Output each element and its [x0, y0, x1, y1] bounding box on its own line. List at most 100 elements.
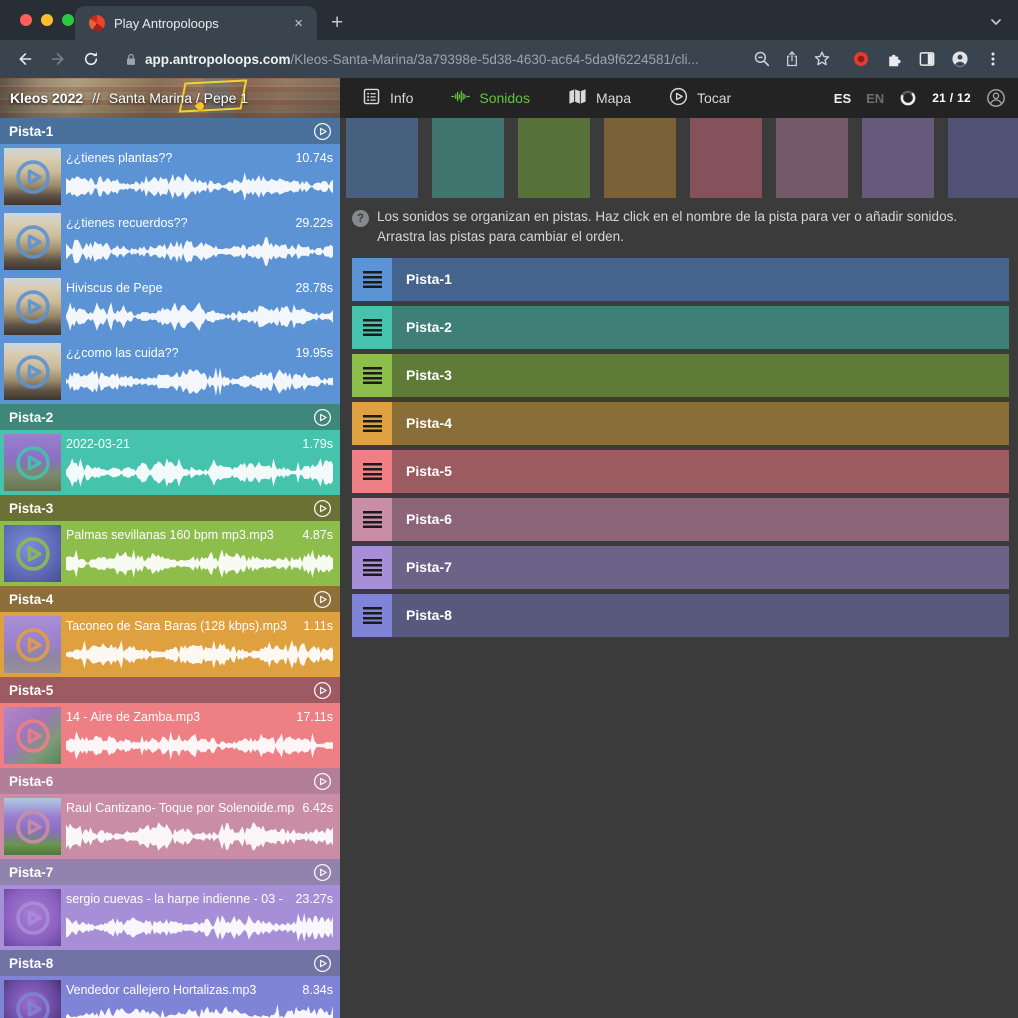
clip-thumbnail[interactable] [4, 707, 61, 764]
track-play-icon[interactable] [313, 408, 332, 427]
clip-play-icon[interactable] [15, 159, 51, 195]
track-row-bar[interactable]: Pista-1 [392, 258, 1009, 301]
track-play-icon[interactable] [313, 499, 332, 518]
clip-thumbnail[interactable] [4, 525, 61, 582]
window-minimize-button[interactable] [41, 14, 53, 26]
audio-clip[interactable]: 2022-03-211.79s [0, 430, 340, 495]
track-header-pista-8[interactable]: Pista-8 [0, 950, 340, 976]
zoom-level-icon[interactable] [749, 46, 775, 72]
track-play-icon[interactable] [313, 863, 332, 882]
profile-avatar[interactable] [947, 46, 973, 72]
track-row-bar[interactable]: Pista-2 [392, 306, 1009, 349]
audio-clip[interactable]: ¿¿como las cuida??19.95s [0, 339, 340, 404]
tab-tocar[interactable]: Tocar [669, 87, 731, 109]
clip-play-icon[interactable] [15, 354, 51, 390]
track-play-icon[interactable] [313, 681, 332, 700]
window-zoom-button[interactable] [62, 14, 74, 26]
clip-play-icon[interactable] [15, 627, 51, 663]
tab-mapa[interactable]: Mapa [568, 87, 631, 109]
drag-handle[interactable] [352, 498, 392, 541]
clip-play-icon[interactable] [15, 224, 51, 260]
audio-clip[interactable]: Taconeo de Sara Baras (128 kbps).mp31.11… [0, 612, 340, 677]
track-header-pista-7[interactable]: Pista-7 [0, 859, 340, 885]
back-button[interactable] [12, 46, 38, 72]
browser-menu-icon[interactable] [980, 46, 1006, 72]
clip-thumbnail[interactable] [4, 343, 61, 400]
reload-button[interactable] [78, 46, 104, 72]
record-extension-icon[interactable] [848, 46, 874, 72]
track-row-pista-5[interactable]: Pista-5 [352, 450, 1009, 493]
track-row-pista-4[interactable]: Pista-4 [352, 402, 1009, 445]
clip-thumbnail[interactable] [4, 434, 61, 491]
clip-thumbnail[interactable] [4, 980, 61, 1018]
forward-button[interactable] [45, 46, 71, 72]
audio-clip[interactable]: Raul Cantizano- Toque por Solenoide.mp36… [0, 794, 340, 859]
account-icon[interactable] [986, 88, 1006, 108]
track-row-bar[interactable]: Pista-7 [392, 546, 1009, 589]
audio-clip[interactable]: ¿¿tienes recuerdos??29.22s [0, 209, 340, 274]
track-row-bar[interactable]: Pista-3 [392, 354, 1009, 397]
audio-clip[interactable]: Hiviscus de Pepe28.78s [0, 274, 340, 339]
clip-play-icon[interactable] [15, 809, 51, 845]
bookmark-star-icon[interactable] [809, 46, 835, 72]
track-header-pista-5[interactable]: Pista-5 [0, 677, 340, 703]
drag-handle[interactable] [352, 546, 392, 589]
clip-thumbnail[interactable] [4, 148, 61, 205]
drag-handle[interactable] [352, 258, 392, 301]
tab-sonidos[interactable]: Sonidos [451, 87, 530, 109]
audio-clip[interactable]: 14 - Aire de Zamba.mp317.11s [0, 703, 340, 768]
window-close-button[interactable] [20, 14, 32, 26]
drag-handle[interactable] [352, 450, 392, 493]
track-row-pista-1[interactable]: Pista-1 [352, 258, 1009, 301]
address-bar[interactable]: app.antropoloops.com/Kleos-Santa-Marina/… [111, 44, 841, 74]
audio-clip[interactable]: sergio cuevas - la harpe indienne - 03 -… [0, 885, 340, 950]
help-icon[interactable]: ? [352, 210, 369, 227]
track-row-pista-6[interactable]: Pista-6 [352, 498, 1009, 541]
drag-handle[interactable] [352, 402, 392, 445]
track-header-pista-2[interactable]: Pista-2 [0, 404, 340, 430]
drag-handle[interactable] [352, 354, 392, 397]
track-row-bar[interactable]: Pista-4 [392, 402, 1009, 445]
share-icon[interactable] [779, 46, 805, 72]
audio-clip[interactable]: Palmas sevillanas 160 bpm mp3.mp34.87s [0, 521, 340, 586]
track-row-bar[interactable]: Pista-6 [392, 498, 1009, 541]
new-tab-button[interactable]: + [331, 12, 343, 33]
track-row-pista-2[interactable]: Pista-2 [352, 306, 1009, 349]
track-row-pista-8[interactable]: Pista-8 [352, 594, 1009, 637]
drag-handle[interactable] [352, 306, 392, 349]
clip-thumbnail[interactable] [4, 798, 61, 855]
clip-thumbnail[interactable] [4, 213, 61, 270]
track-play-icon[interactable] [313, 772, 332, 791]
track-header-pista-4[interactable]: Pista-4 [0, 586, 340, 612]
clip-play-icon[interactable] [15, 991, 51, 1018]
side-panel-icon[interactable] [914, 46, 940, 72]
track-play-icon[interactable] [313, 590, 332, 609]
extensions-puzzle-icon[interactable] [881, 46, 907, 72]
clip-thumbnail[interactable] [4, 278, 61, 335]
project-banner[interactable]: Kleos 2022 // Santa Marina / Pepe 1 [0, 78, 340, 118]
clip-play-icon[interactable] [15, 900, 51, 936]
track-row-pista-3[interactable]: Pista-3 [352, 354, 1009, 397]
tab-close-icon[interactable]: × [290, 14, 307, 33]
clip-play-icon[interactable] [15, 536, 51, 572]
track-header-pista-6[interactable]: Pista-6 [0, 768, 340, 794]
tab-info[interactable]: Info [362, 87, 413, 109]
audio-clip[interactable]: Vendedor callejero Hortalizas.mp38.34s [0, 976, 340, 1018]
track-row-pista-7[interactable]: Pista-7 [352, 546, 1009, 589]
clip-thumbnail[interactable] [4, 889, 61, 946]
track-row-bar[interactable]: Pista-8 [392, 594, 1009, 637]
clip-play-icon[interactable] [15, 445, 51, 481]
drag-handle[interactable] [352, 594, 392, 637]
track-play-icon[interactable] [313, 122, 332, 141]
tab-search-chevron-icon[interactable] [988, 14, 1004, 30]
clip-thumbnail[interactable] [4, 616, 61, 673]
language-en-button[interactable]: EN [866, 91, 884, 106]
clip-play-icon[interactable] [15, 718, 51, 754]
track-play-icon[interactable] [313, 954, 332, 973]
track-row-bar[interactable]: Pista-5 [392, 450, 1009, 493]
clip-play-icon[interactable] [15, 289, 51, 325]
audio-clip[interactable]: ¿¿tienes plantas??10.74s [0, 144, 340, 209]
track-header-pista-1[interactable]: Pista-1 [0, 118, 340, 144]
browser-tab[interactable]: Play Antropoloops × [75, 6, 317, 40]
language-es-button[interactable]: ES [834, 91, 851, 106]
